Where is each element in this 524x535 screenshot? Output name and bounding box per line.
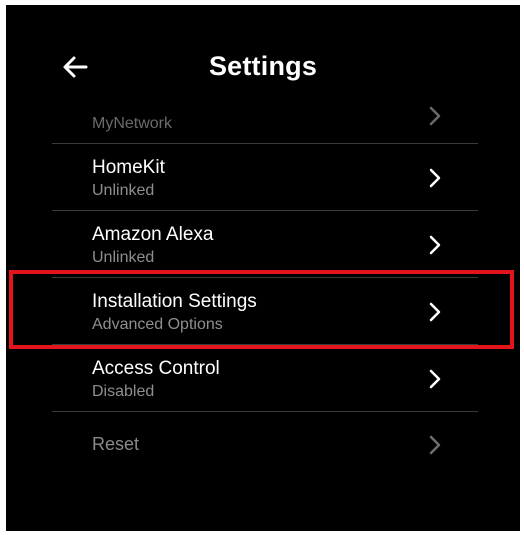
list-item-amazon-alexa[interactable]: Amazon Alexa Unlinked <box>52 211 478 278</box>
chevron-right-icon <box>428 105 442 127</box>
list-item-title: Access Control <box>92 358 220 379</box>
list-item-homekit[interactable]: HomeKit Unlinked <box>52 144 478 211</box>
list-item-subtitle: MyNetwork <box>92 115 173 132</box>
page-title: Settings <box>208 51 318 81</box>
list-item-mynetwork[interactable]: MyNetwork <box>52 99 478 144</box>
list-item-title: HomeKit <box>92 157 165 178</box>
chevron-right-icon <box>428 234 442 256</box>
chevron-right-icon <box>428 301 442 323</box>
chevron-right-icon <box>428 368 442 390</box>
settings-list: MyNetwork HomeKit Unlinked Amazon Alexa … <box>52 99 478 476</box>
list-item-access-control[interactable]: Access Control Disabled <box>52 345 478 412</box>
list-item-reset[interactable]: Reset <box>52 412 478 476</box>
list-item-title: Installation Settings <box>92 291 257 312</box>
header: Settings <box>6 45 520 91</box>
list-item-subtitle: Unlinked <box>92 182 155 199</box>
list-item-installation-settings[interactable]: Installation Settings Advanced Options <box>52 278 478 345</box>
chevron-right-icon <box>428 434 442 456</box>
list-item-subtitle: Advanced Options <box>92 316 223 333</box>
chevron-right-icon <box>428 167 442 189</box>
list-item-subtitle: Unlinked <box>92 249 155 266</box>
list-item-title: Amazon Alexa <box>92 224 214 245</box>
list-item-subtitle: Disabled <box>92 383 155 400</box>
list-item-title: Reset <box>92 434 140 454</box>
settings-screen: Settings MyNetwork HomeKit Unlinked Amaz… <box>6 5 520 531</box>
